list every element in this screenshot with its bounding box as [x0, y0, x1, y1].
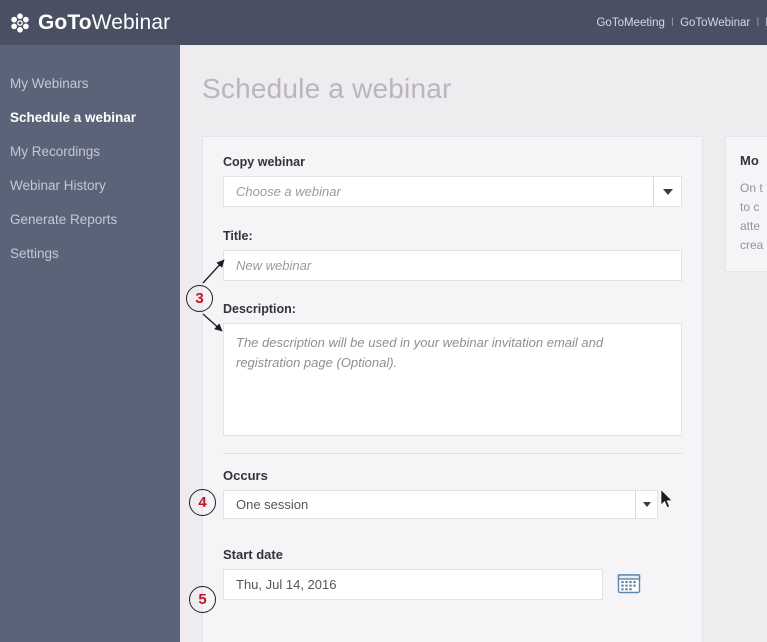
field-title: Title: New webinar [223, 229, 682, 281]
nav-gotomeeting[interactable]: GoToMeeting [596, 17, 664, 29]
brand-text-light: Webinar [91, 10, 171, 34]
field-occurs: Occurs One session [223, 468, 682, 519]
copy-webinar-label: Copy webinar [223, 155, 305, 169]
field-copy-webinar: Copy webinar Choose a webinar [223, 155, 682, 207]
start-date-label: Start date [223, 547, 283, 562]
nav-separator-2: I [756, 16, 760, 29]
field-start-date: Start date Thu, Jul 14, 2016 [223, 547, 682, 600]
brand-text: GoToWebinar [38, 11, 170, 35]
top-nav: GoToMeeting I GoToWebinar I M [596, 0, 767, 45]
nav-separator-1: I [670, 16, 675, 29]
sidebar-item-webinar-history[interactable]: Webinar History [0, 169, 180, 203]
copy-webinar-select[interactable]: Choose a webinar [223, 176, 682, 207]
title-label: Title: [223, 229, 253, 243]
chevron-down-icon[interactable] [653, 177, 681, 206]
page-title: Schedule a webinar [202, 73, 452, 104]
nav-gotowebinar[interactable]: GoToWebinar [680, 17, 750, 29]
start-date-input[interactable]: Thu, Jul 14, 2016 [223, 569, 603, 600]
brand-text-bold: GoTo [38, 10, 92, 34]
brand-logo[interactable]: GoToWebinar [0, 11, 170, 35]
gotowebinar-schedule-page: GoToWebinar GoToMeeting I GoToWebinar I … [0, 0, 767, 642]
info-panel-line-2: to c [740, 200, 760, 214]
occurs-label: Occurs [223, 468, 268, 483]
gotowebinar-flower-logo-icon [11, 12, 29, 33]
occurs-select[interactable]: One session [223, 490, 658, 519]
chevron-down-icon[interactable] [635, 491, 657, 518]
sidebar-item-my-webinars[interactable]: My Webinars [0, 67, 180, 101]
description-label: Description: [223, 302, 296, 316]
field-description: Description: The description will be use… [223, 302, 682, 436]
info-panel-title: Mo [740, 153, 759, 168]
left-sidebar: My Webinars Schedule a webinar My Record… [0, 45, 180, 642]
info-panel-line-4: crea [740, 238, 764, 252]
description-placeholder: The description will be used in your web… [236, 335, 604, 370]
info-panel-line-3: atte [740, 219, 761, 233]
copy-webinar-placeholder: Choose a webinar [236, 184, 341, 199]
description-textarea[interactable]: The description will be used in your web… [223, 323, 682, 436]
mouse-pointer-icon [660, 489, 673, 509]
start-date-value: Thu, Jul 14, 2016 [236, 577, 337, 592]
sidebar-item-settings[interactable]: Settings [0, 237, 180, 271]
sidebar-item-schedule-a-webinar[interactable]: Schedule a webinar [0, 101, 180, 135]
calendar-icon[interactable] [617, 572, 641, 594]
start-date-row: Thu, Jul 14, 2016 [223, 569, 682, 600]
section-divider [223, 453, 682, 454]
annotation-badge-5: 5 [189, 586, 216, 613]
info-panel: Mo On t to c atte crea [725, 136, 767, 272]
annotation-badge-4: 4 [189, 489, 216, 516]
main-content: Schedule a webinar Copy webinar Choose a… [180, 45, 767, 642]
sidebar-item-my-recordings[interactable]: My Recordings [0, 135, 180, 169]
top-header-bar: GoToWebinar GoToMeeting I GoToWebinar I … [0, 0, 767, 45]
sidebar-item-generate-reports[interactable]: Generate Reports [0, 203, 180, 237]
occurs-value: One session [236, 497, 309, 512]
info-panel-line-1: On t [740, 181, 763, 195]
schedule-form-card: Copy webinar Choose a webinar Title: New… [202, 136, 703, 642]
title-input[interactable]: New webinar [223, 250, 682, 281]
annotation-badge-3: 3 [186, 285, 213, 312]
title-placeholder: New webinar [236, 258, 312, 273]
